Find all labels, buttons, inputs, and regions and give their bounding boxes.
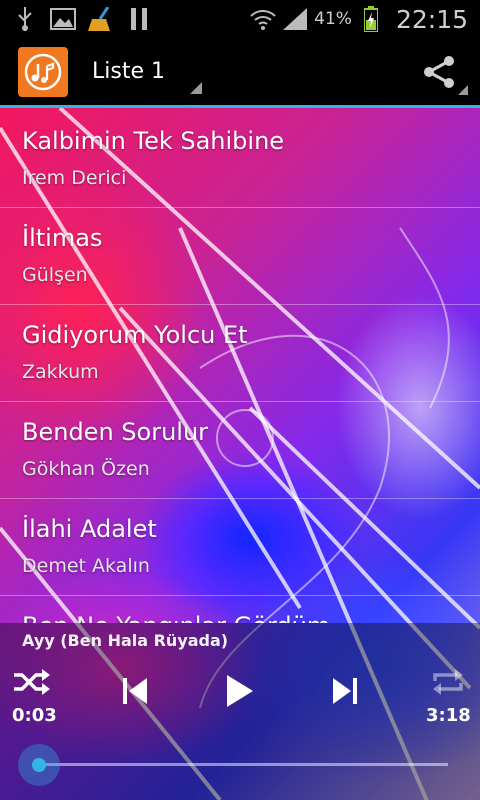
song-title: Kalbimin Tek Sahibine — [22, 127, 285, 155]
spinner-arrow-icon — [190, 81, 202, 94]
usb-icon — [12, 7, 38, 31]
player-panel: Ayy (Ben Hala Rüyada) 0:03 3:18 — [0, 623, 480, 800]
list-item[interactable]: İltimas Gülşen — [0, 208, 480, 305]
seek-thumb-dot — [32, 758, 46, 772]
song-artist: Zakkum — [22, 361, 99, 383]
status-bar: 41% 22:15 — [0, 0, 480, 38]
action-bar: Liste 1 — [0, 38, 480, 108]
next-button[interactable] — [330, 675, 360, 707]
list-item[interactable]: İlahi Adalet Demet Akalın — [0, 499, 480, 596]
song-title: Benden Sorulur — [22, 418, 209, 446]
battery-charging-icon — [358, 6, 384, 32]
song-artist: İrem Derici — [22, 167, 127, 189]
play-button[interactable] — [222, 673, 256, 709]
clock: 22:15 — [395, 4, 468, 34]
playlist-spinner[interactable]: Liste 1 — [92, 44, 202, 100]
repeat-icon — [433, 669, 463, 695]
signal-icon — [282, 7, 308, 31]
song-title: İltimas — [22, 224, 103, 252]
battery-percent: 41% — [314, 9, 352, 29]
play-icon — [227, 675, 253, 707]
wifi-icon — [250, 7, 276, 31]
repeat-button[interactable] — [428, 667, 468, 697]
total-duration: 3:18 — [426, 705, 471, 726]
music-app-icon[interactable] — [18, 46, 68, 97]
share-button[interactable] — [416, 49, 468, 95]
next-icon — [333, 678, 357, 704]
now-playing-title: Ayy (Ben Hala Rüyada) — [22, 631, 229, 650]
song-title: İlahi Adalet — [22, 515, 157, 543]
pause-icon — [126, 7, 152, 31]
cleaner-icon — [88, 7, 114, 31]
playlist-label: Liste 1 — [92, 59, 165, 84]
song-artist: Demet Akalın — [22, 555, 150, 577]
song-artist: Gülşen — [22, 264, 88, 286]
overflow-corner-icon — [458, 84, 468, 95]
elapsed-time: 0:03 — [12, 705, 57, 726]
previous-icon — [123, 678, 147, 704]
song-title: Ben Ne Yangınlar Gördüm — [22, 612, 330, 623]
list-item[interactable]: Kalbimin Tek Sahibine İrem Derici — [0, 111, 480, 208]
song-list[interactable]: Kalbimin Tek Sahibine İrem Derici İltima… — [0, 111, 480, 623]
list-item[interactable]: Gidiyorum Yolcu Et Zakkum — [0, 305, 480, 402]
list-item[interactable]: Benden Sorulur Gökhan Özen — [0, 402, 480, 499]
song-title: Gidiyorum Yolcu Et — [22, 321, 248, 349]
share-icon — [424, 55, 454, 88]
list-item[interactable]: Ben Ne Yangınlar Gördüm — [0, 596, 480, 623]
image-icon — [50, 7, 76, 31]
previous-button[interactable] — [120, 675, 150, 707]
shuffle-button[interactable] — [12, 667, 52, 697]
seek-thumb[interactable] — [18, 744, 60, 786]
seek-bar[interactable] — [40, 763, 448, 766]
song-artist: Gökhan Özen — [22, 458, 150, 480]
shuffle-icon — [14, 669, 50, 695]
